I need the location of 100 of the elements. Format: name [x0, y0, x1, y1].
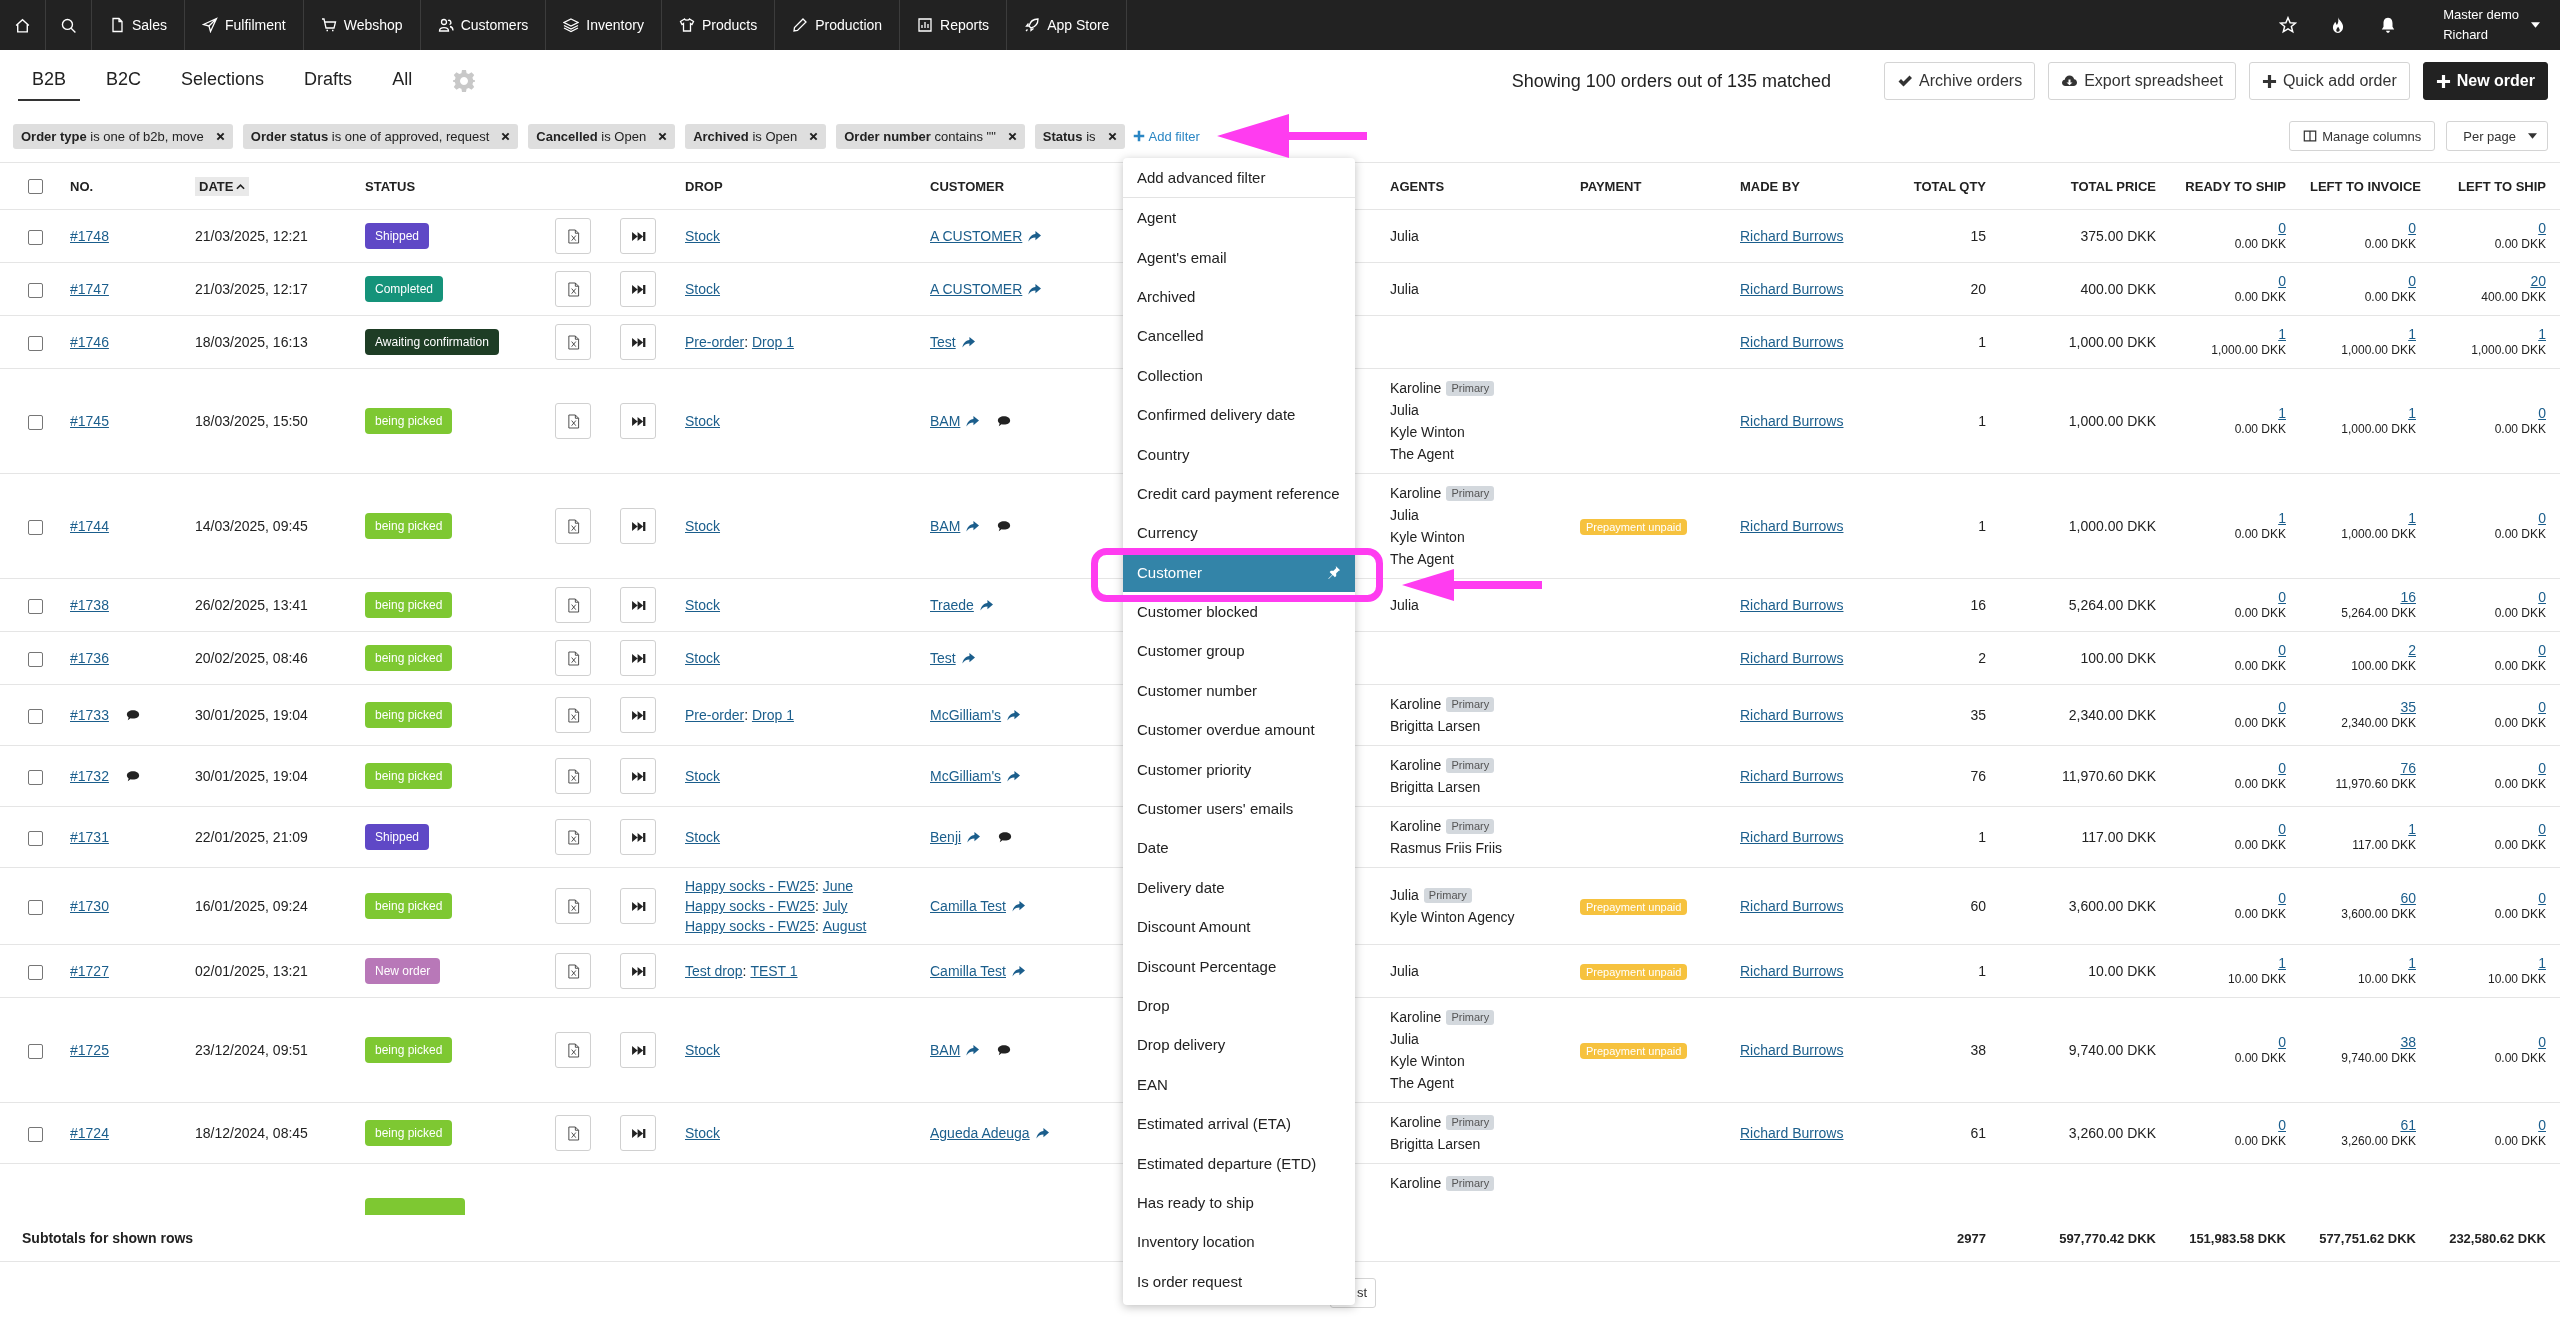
order-number-link[interactable]: #1746 [70, 331, 109, 353]
quantity-link[interactable]: 1 [2278, 955, 2286, 972]
drop-link[interactable]: Stock [685, 413, 720, 429]
made-by-link[interactable]: Richard Burrows [1740, 707, 1844, 723]
quantity-link[interactable]: 0 [2538, 821, 2546, 838]
nav-item[interactable]: Reports [900, 0, 1008, 50]
row-checkbox[interactable] [28, 769, 43, 785]
row-checkbox[interactable] [28, 651, 43, 667]
quantity-link[interactable]: 0 [2278, 642, 2286, 659]
filter-chip[interactable]: Status is [1034, 123, 1125, 149]
menu-item[interactable]: Discount Percentage [1123, 946, 1355, 986]
spreadsheet-button[interactable] [555, 888, 591, 924]
customer-link[interactable]: A CUSTOMER [930, 225, 1023, 247]
select-all-checkbox[interactable] [28, 179, 43, 195]
column-header[interactable]: STATUS [365, 176, 416, 196]
quantity-link[interactable]: 0 [2408, 220, 2416, 237]
menu-item[interactable]: Estimated arrival (ETA) [1123, 1104, 1355, 1144]
user-menu[interactable]: Master demo Richard [2437, 4, 2546, 46]
menu-item[interactable]: Estimated departure (ETD) [1123, 1143, 1355, 1183]
column-header[interactable]: MADE BY [1740, 176, 1800, 196]
spreadsheet-button[interactable] [555, 953, 591, 989]
comment-icon[interactable] [998, 831, 1013, 843]
quantity-link[interactable]: 16 [2400, 589, 2416, 606]
made-by-link[interactable]: Richard Burrows [1740, 413, 1844, 429]
tab[interactable]: All [378, 61, 427, 101]
order-number-link[interactable]: #1738 [70, 594, 109, 616]
drop-link[interactable]: TEST 1 [750, 963, 798, 979]
menu-item[interactable]: Agent [1123, 198, 1355, 238]
share-arrow-icon[interactable] [1006, 769, 1022, 783]
drop-link[interactable]: Stock [685, 829, 720, 845]
quantity-link[interactable]: 61 [2400, 1117, 2416, 1134]
menu-item[interactable]: Drop delivery [1123, 1025, 1355, 1065]
customer-link[interactable]: BAM [930, 1039, 961, 1061]
close-icon[interactable] [658, 131, 668, 141]
customer-link[interactable]: BAM [930, 410, 961, 432]
spreadsheet-button[interactable] [555, 697, 591, 733]
customer-link[interactable]: Test [930, 331, 956, 353]
spreadsheet-button[interactable] [555, 640, 591, 676]
share-arrow-icon[interactable] [960, 335, 976, 349]
made-by-link[interactable]: Richard Burrows [1740, 1125, 1844, 1141]
quantity-link[interactable]: 1 [2408, 326, 2416, 343]
quantity-link[interactable]: 1 [2408, 955, 2416, 972]
quantity-link[interactable]: 0 [2538, 1034, 2546, 1051]
comment-icon[interactable] [997, 520, 1012, 532]
drop-link[interactable]: Stock [685, 768, 720, 784]
share-arrow-icon[interactable] [966, 830, 982, 844]
made-by-link[interactable]: Richard Burrows [1740, 829, 1844, 845]
menu-item[interactable]: Add advanced filter [1123, 158, 1355, 198]
order-number-link[interactable]: #1724 [70, 1122, 109, 1144]
tab[interactable]: B2C [92, 61, 156, 101]
close-icon[interactable] [1007, 131, 1017, 141]
row-checkbox[interactable] [28, 282, 43, 298]
quantity-link[interactable]: 0 [2278, 589, 2286, 606]
row-checkbox[interactable] [28, 229, 43, 245]
skip-forward-button[interactable] [620, 271, 656, 307]
action-button[interactable]: Archive orders [1884, 62, 2036, 100]
quantity-link[interactable]: 1 [2278, 405, 2286, 422]
made-by-link[interactable]: Richard Burrows [1740, 768, 1844, 784]
skip-forward-button[interactable] [620, 324, 656, 360]
skip-forward-button[interactable] [620, 819, 656, 855]
row-checkbox[interactable] [28, 1043, 43, 1059]
customer-link[interactable]: Benji [930, 826, 962, 848]
collection-link[interactable]: Happy socks - FW25 [685, 878, 815, 894]
skip-forward-button[interactable] [620, 403, 656, 439]
menu-item[interactable]: Discount Amount [1123, 907, 1355, 947]
spreadsheet-button[interactable] [555, 1115, 591, 1151]
star-icon[interactable] [2279, 16, 2298, 34]
skip-forward-button[interactable] [620, 1115, 656, 1151]
order-number-link[interactable]: #1733 [70, 704, 109, 726]
row-checkbox[interactable] [28, 335, 43, 351]
customer-link[interactable]: Camilla Test [930, 960, 1006, 982]
skip-forward-button[interactable] [620, 697, 656, 733]
quantity-link[interactable]: 0 [2278, 220, 2286, 237]
drop-link[interactable]: Stock [685, 518, 720, 534]
per-page-dropdown[interactable]: Per page [2446, 121, 2548, 151]
drop-link[interactable]: Stock [685, 1042, 720, 1058]
order-number-link[interactable]: #1732 [70, 765, 109, 787]
menu-item[interactable]: Customer blocked [1123, 591, 1355, 632]
column-header[interactable]: DATE [195, 176, 250, 196]
drop-link[interactable]: August [822, 918, 867, 934]
menu-item[interactable]: Collection [1123, 355, 1355, 395]
column-header[interactable]: LEFT TO SHIP [2458, 176, 2546, 196]
nav-item[interactable]: Products [661, 0, 776, 50]
comment-icon[interactable] [997, 415, 1012, 427]
quantity-link[interactable]: 0 [2278, 890, 2286, 907]
order-number-link[interactable]: #1731 [70, 826, 109, 848]
action-button[interactable]: Export spreadsheet [2048, 62, 2236, 100]
quantity-link[interactable]: 0 [2278, 1117, 2286, 1134]
quantity-link[interactable]: 76 [2400, 760, 2416, 777]
made-by-link[interactable]: Richard Burrows [1740, 963, 1844, 979]
quantity-link[interactable]: 60 [2400, 890, 2416, 907]
made-by-link[interactable]: Richard Burrows [1740, 898, 1844, 914]
menu-item[interactable]: EAN [1123, 1064, 1355, 1104]
column-header[interactable]: LEFT TO INVOICE [2310, 176, 2421, 196]
quantity-link[interactable]: 0 [2538, 890, 2546, 907]
menu-item[interactable]: Cancelled [1123, 316, 1355, 356]
row-checkbox[interactable] [28, 519, 43, 535]
spreadsheet-button[interactable] [555, 403, 591, 439]
column-header[interactable]: CUSTOMER [930, 176, 1005, 196]
filter-chip[interactable]: Order number contains "" [836, 123, 1025, 149]
